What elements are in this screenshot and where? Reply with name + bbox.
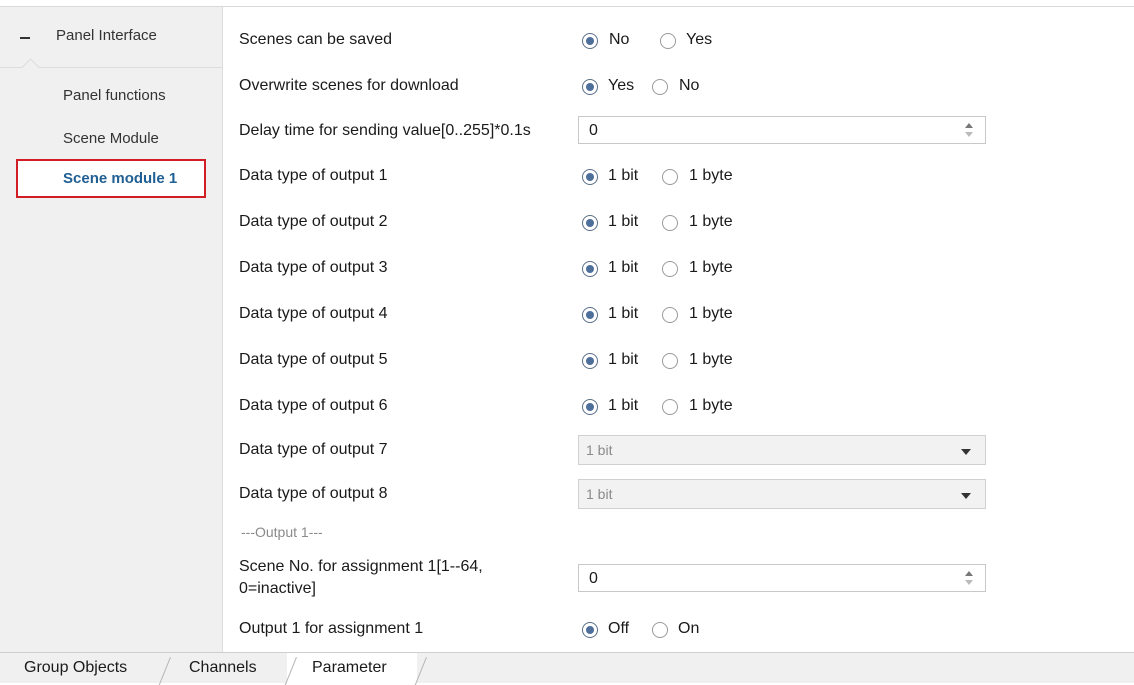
- spin-up-icon[interactable]: [965, 571, 973, 576]
- collapse-icon[interactable]: [20, 37, 30, 39]
- output4-1byte-label[interactable]: 1 byte: [689, 305, 733, 323]
- tab-parameter[interactable]: Parameter: [312, 659, 387, 677]
- overwrite-label: Overwrite scenes for download: [239, 77, 459, 94]
- tab-separator: [158, 657, 171, 685]
- output5-1bit-label[interactable]: 1 bit: [608, 351, 638, 369]
- dropdown-arrow-icon[interactable]: [961, 449, 971, 455]
- tab-channels[interactable]: Channels: [189, 659, 257, 677]
- output6-1byte-label[interactable]: 1 byte: [689, 397, 733, 415]
- output1-assign-on-label[interactable]: On: [678, 620, 699, 638]
- output2-1bit-radio[interactable]: [582, 215, 598, 231]
- scenes-saved-no-radio[interactable]: [582, 33, 598, 49]
- output6-1bit-label[interactable]: 1 bit: [608, 397, 638, 415]
- scene-no-spinbox[interactable]: 0: [578, 564, 986, 592]
- output5-1byte-radio[interactable]: [662, 353, 678, 369]
- output5-1byte-label[interactable]: 1 byte: [689, 351, 733, 369]
- output4-type-label: Data type of output 4: [239, 305, 388, 322]
- output8-type-label: Data type of output 8: [239, 485, 388, 502]
- overwrite-no-label[interactable]: No: [679, 77, 699, 95]
- output1-1bit-radio[interactable]: [582, 169, 598, 185]
- output2-type-label: Data type of output 2: [239, 213, 388, 230]
- output1-1byte-radio[interactable]: [662, 169, 678, 185]
- output6-1bit-radio[interactable]: [582, 399, 598, 415]
- overwrite-no-radio[interactable]: [652, 79, 668, 95]
- sidebar: Panel Interface Panel functions Scene Mo…: [0, 7, 223, 652]
- output2-1byte-label[interactable]: 1 byte: [689, 213, 733, 231]
- sidebar-selected-label: Scene module 1: [63, 170, 178, 187]
- dropdown-arrow-icon[interactable]: [961, 493, 971, 499]
- sidebar-root-panel-interface[interactable]: Panel Interface: [0, 7, 222, 68]
- top-border: [0, 0, 1134, 7]
- overwrite-yes-label[interactable]: Yes: [608, 77, 634, 95]
- spin-up-icon[interactable]: [965, 123, 973, 128]
- sidebar-root-label: Panel Interface: [56, 27, 157, 44]
- output3-1bit-label[interactable]: 1 bit: [608, 259, 638, 277]
- output7-type-select[interactable]: 1 bit: [578, 435, 986, 465]
- output1-assign-off-label[interactable]: Off: [608, 620, 629, 638]
- output8-type-value: 1 bit: [586, 486, 613, 502]
- output3-1bit-radio[interactable]: [582, 261, 598, 277]
- bottom-tab-bar: Group Objects Channels Parameter: [0, 652, 1134, 685]
- scenes-saved-label: Scenes can be saved: [239, 31, 392, 48]
- output5-type-label: Data type of output 5: [239, 351, 388, 368]
- output4-1byte-radio[interactable]: [662, 307, 678, 323]
- delay-label: Delay time for sending value[0..255]*0.1…: [239, 122, 531, 139]
- output3-type-label: Data type of output 3: [239, 259, 388, 276]
- output1-assign-label: Output 1 for assignment 1: [239, 620, 424, 637]
- output1-1byte-label[interactable]: 1 byte: [689, 167, 733, 185]
- output7-type-value: 1 bit: [586, 442, 613, 458]
- sidebar-item-panel-functions[interactable]: Panel functions: [63, 87, 166, 104]
- delay-value[interactable]: 0: [589, 122, 598, 140]
- sidebar-item-scene-module[interactable]: Scene Module: [63, 130, 159, 147]
- output7-type-label: Data type of output 7: [239, 441, 388, 458]
- output4-1bit-radio[interactable]: [582, 307, 598, 323]
- output5-1bit-radio[interactable]: [582, 353, 598, 369]
- scenes-saved-yes-label[interactable]: Yes: [686, 31, 712, 49]
- output1-assign-on-radio[interactable]: [652, 622, 668, 638]
- tab-group-objects[interactable]: Group Objects: [24, 659, 127, 677]
- output1-assign-off-radio[interactable]: [582, 622, 598, 638]
- output3-1byte-radio[interactable]: [662, 261, 678, 277]
- output3-1byte-label[interactable]: 1 byte: [689, 259, 733, 277]
- output6-1byte-radio[interactable]: [662, 399, 678, 415]
- scene-no-label-line2: 0=inactive]: [239, 580, 316, 597]
- section-output-1: ---Output 1---: [241, 524, 323, 540]
- scenes-saved-no-label[interactable]: No: [609, 31, 629, 49]
- spin-down-icon[interactable]: [965, 580, 973, 585]
- spin-down-icon[interactable]: [965, 132, 973, 137]
- output4-1bit-label[interactable]: 1 bit: [608, 305, 638, 323]
- output2-1byte-radio[interactable]: [662, 215, 678, 231]
- output1-1bit-label[interactable]: 1 bit: [608, 167, 638, 185]
- output1-type-label: Data type of output 1: [239, 167, 388, 184]
- scene-no-value[interactable]: 0: [589, 570, 598, 588]
- output2-1bit-label[interactable]: 1 bit: [608, 213, 638, 231]
- sidebar-item-scene-module-1[interactable]: Scene module 1: [16, 159, 206, 198]
- scene-no-label-line1: Scene No. for assignment 1[1--64,: [239, 558, 483, 575]
- overwrite-yes-radio[interactable]: [582, 79, 598, 95]
- output8-type-select[interactable]: 1 bit: [578, 479, 986, 509]
- scenes-saved-yes-radio[interactable]: [660, 33, 676, 49]
- output6-type-label: Data type of output 6: [239, 397, 388, 414]
- delay-spinbox[interactable]: 0: [578, 116, 986, 144]
